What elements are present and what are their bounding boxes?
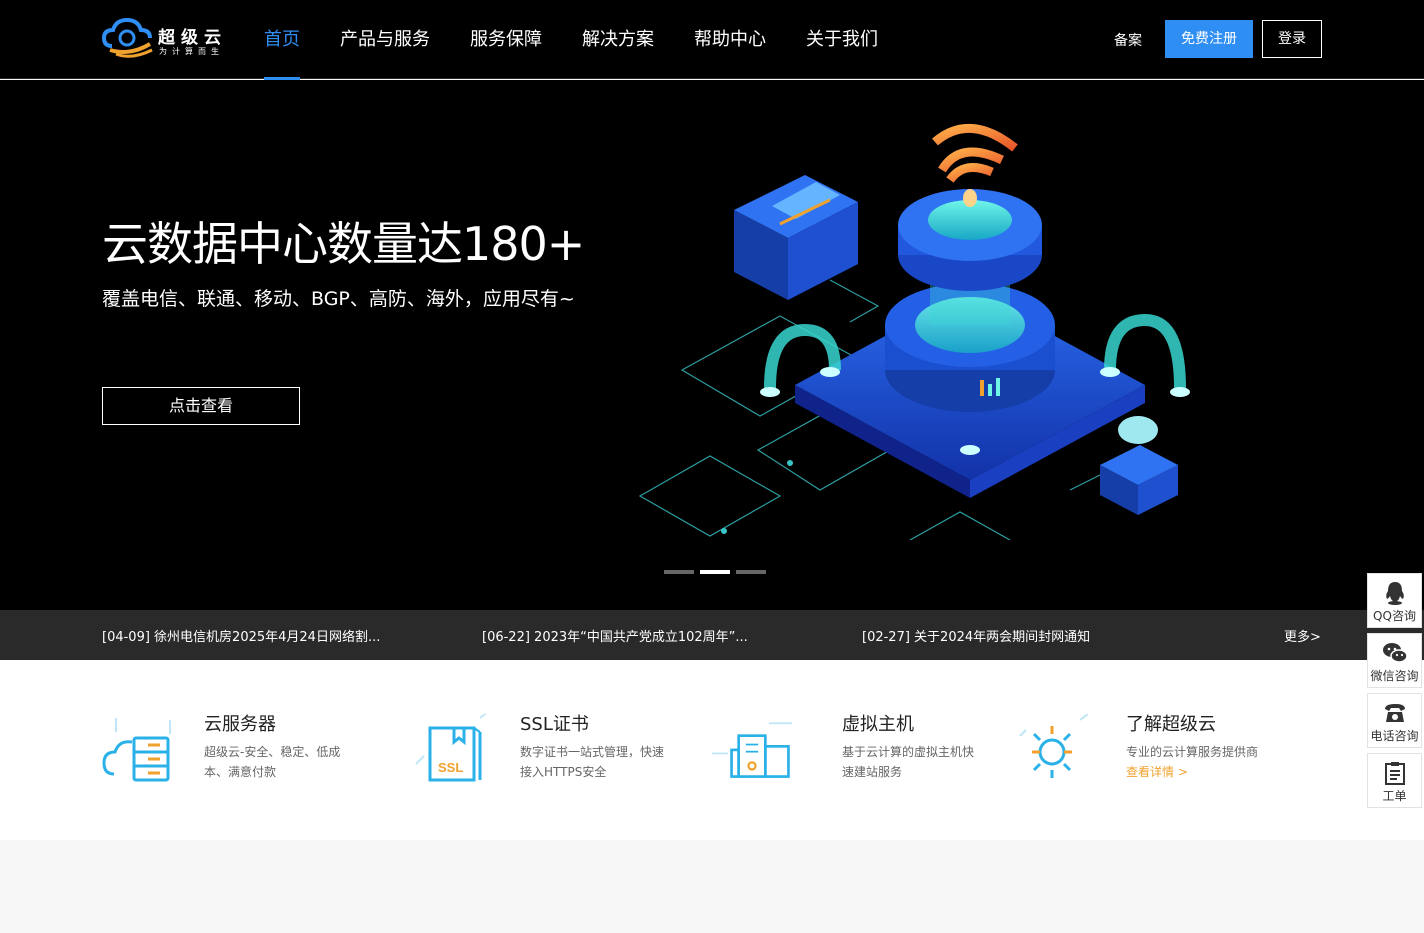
carousel-dot-1[interactable] — [664, 570, 694, 574]
news-bar: [04-09] 徐州电信机房2025年4月24日网络割... [06-22] 2… — [0, 610, 1424, 660]
sidebar-phone-consult[interactable]: 电话咨询 — [1367, 693, 1422, 748]
nav-item-help-center[interactable]: 帮助中心 — [694, 0, 766, 79]
feature-section: 云服务器 超级云-安全、稳定、低成本、满意付款 SSL SSL证书 数字证书一站… — [0, 660, 1424, 840]
qq-icon — [1386, 582, 1404, 605]
feature-card-cloud-server[interactable]: 云服务器 超级云-安全、稳定、低成本、满意付款 — [102, 710, 362, 800]
nav-item-service-guarantee[interactable]: 服务保障 — [470, 0, 542, 79]
feature-desc-wrap: 专业的云计算服务提供商 查看详情 > — [1126, 742, 1286, 782]
feature-desc: 超级云-安全、稳定、低成本、满意付款 — [204, 745, 341, 779]
sidebar-phone-label: 电话咨询 — [1370, 729, 1419, 743]
hero-banner: 云数据中心数量达180+ 覆盖电信、联通、移动、BGP、高防、海外，应用尽有~ … — [0, 80, 1424, 610]
feature-desc: 数字证书一站式管理，快速接入HTTPS安全 — [520, 745, 665, 779]
nav-item-solutions[interactable]: 解决方案 — [582, 0, 654, 79]
hero-title: 云数据中心数量达180+ — [102, 217, 585, 271]
login-button[interactable]: 登录 — [1262, 20, 1322, 58]
feature-desc: 基于云计算的虚拟主机快速建站服务 — [842, 745, 975, 779]
cloud-server-icon — [102, 718, 171, 782]
nav-item-about-us[interactable]: 关于我们 — [806, 0, 878, 79]
nav-item-products[interactable]: 产品与服务 — [340, 0, 430, 79]
sun-icon — [1019, 714, 1089, 778]
top-navigation-bar: 超级云 为计算而生 首页 产品与服务 服务保障 解决方案 帮助中心 关于我们 备… — [0, 0, 1424, 80]
feature-detail-link[interactable]: 查看详情 > — [1126, 762, 1286, 782]
carousel-dot-2[interactable] — [700, 570, 730, 574]
wechat-icon — [1383, 643, 1408, 663]
feature-title: 虚拟主机 — [842, 714, 914, 735]
hero-subtitle: 覆盖电信、联通、移动、BGP、高防、海外，应用尽有~ — [102, 288, 575, 310]
data-center-illustration — [638, 124, 1190, 540]
feature-card-ssl-certificate[interactable]: SSL SSL证书 数字证书一站式管理，快速接入HTTPS安全 — [410, 710, 680, 800]
beian-link[interactable]: 备案 — [1114, 30, 1142, 50]
carousel-indicators — [664, 570, 772, 574]
sidebar-qq-label: QQ咨询 — [1373, 609, 1416, 623]
brand-slogan: 为计算而生 — [159, 47, 224, 56]
feature-card-virtual-host[interactable]: 虚拟主机 基于云计算的虚拟主机快速建站服务 — [712, 710, 982, 800]
sidebar-qq-consult[interactable]: QQ咨询 — [1367, 573, 1422, 628]
register-button[interactable]: 免费注册 — [1165, 20, 1253, 58]
ssl-certificate-icon: SSL — [415, 714, 487, 782]
feature-desc: 专业的云计算服务提供商 — [1126, 745, 1259, 759]
sidebar-wechat-label: 微信咨询 — [1370, 669, 1419, 683]
news-item[interactable]: [04-09] 徐州电信机房2025年4月24日网络割... — [102, 626, 380, 645]
main-nav: 首页 产品与服务 服务保障 解决方案 帮助中心 关于我们 — [264, 0, 918, 80]
ticket-clipboard-icon — [1385, 762, 1405, 785]
cloud-logo-icon — [101, 17, 153, 58]
sidebar-wechat-consult[interactable]: 微信咨询 — [1367, 633, 1422, 688]
feature-card-about[interactable]: 了解超级云 专业的云计算服务提供商 查看详情 > — [1018, 710, 1278, 800]
feature-title: 云服务器 — [204, 714, 276, 735]
hero-view-button[interactable]: 点击查看 — [102, 387, 300, 425]
news-item[interactable]: [06-22] 2023年“中国共产党成立102周年”... — [482, 626, 748, 645]
svg-text:SSL: SSL — [438, 760, 463, 775]
carousel-dot-3[interactable] — [736, 570, 766, 574]
feature-title: 了解超级云 — [1126, 714, 1216, 735]
feature-title: SSL证书 — [520, 714, 589, 735]
sidebar-ticket-label: 工单 — [1382, 789, 1407, 803]
brand-logo[interactable]: 超级云 为计算而生 — [101, 16, 232, 60]
news-item[interactable]: [02-27] 关于2024年两会期间封网通知 — [862, 626, 1090, 645]
nav-item-home[interactable]: 首页 — [264, 0, 300, 80]
sidebar-ticket[interactable]: 工单 — [1367, 753, 1422, 808]
telephone-icon — [1385, 704, 1405, 722]
brand-name: 超级云 — [158, 28, 227, 48]
news-more-link[interactable]: 更多> — [1284, 626, 1321, 645]
virtual-host-icon — [712, 722, 792, 778]
